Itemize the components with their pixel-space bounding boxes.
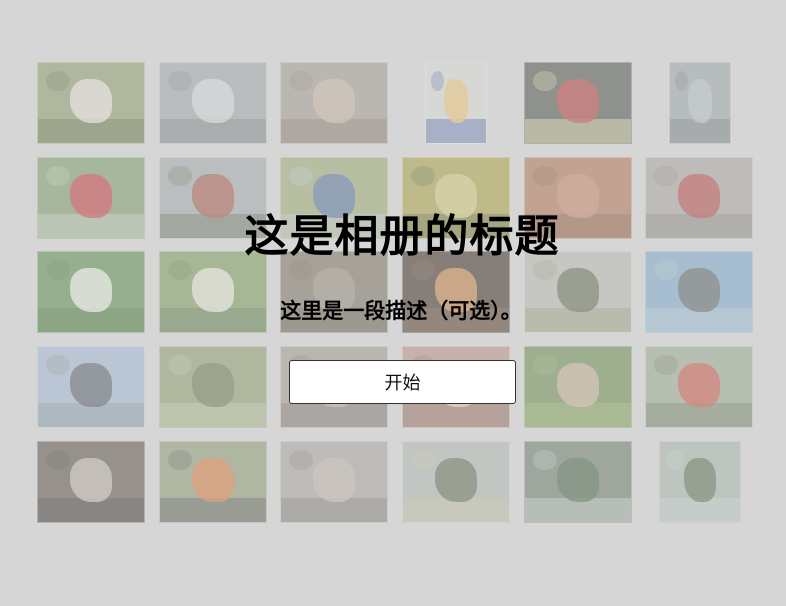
- photo-cat-street: [280, 441, 388, 523]
- photo-walkway-railing: [159, 62, 267, 144]
- album-title: 这是相册的标题: [244, 211, 560, 262]
- photo-girl-orange-shirt: [159, 441, 267, 523]
- photo-tree-water: [524, 441, 632, 523]
- photo-people-by-river: [37, 346, 145, 428]
- photo-cat-lying: [280, 62, 388, 144]
- photo-girl-smiling: [37, 62, 145, 144]
- photo-grasshopper-in-hand: [524, 346, 632, 428]
- photo-road-with-trees: [645, 346, 753, 428]
- start-button[interactable]: 开始: [289, 360, 516, 404]
- photo-boy-on-bicycle: [159, 346, 267, 428]
- album-cover-screen: 这是相册的标题 这里是一段描述（可选）。 开始: [0, 0, 786, 606]
- photo-two-trees-field: [402, 441, 510, 523]
- photo-lakeside-tree: [659, 441, 741, 523]
- photo-child-costume: [425, 62, 487, 144]
- photo-silhouette-pavilion: [37, 441, 145, 523]
- photo-water-surface: [669, 62, 731, 144]
- album-description: 这里是一段描述（可选）。: [280, 299, 522, 323]
- photo-market-price-sign: [524, 62, 632, 144]
